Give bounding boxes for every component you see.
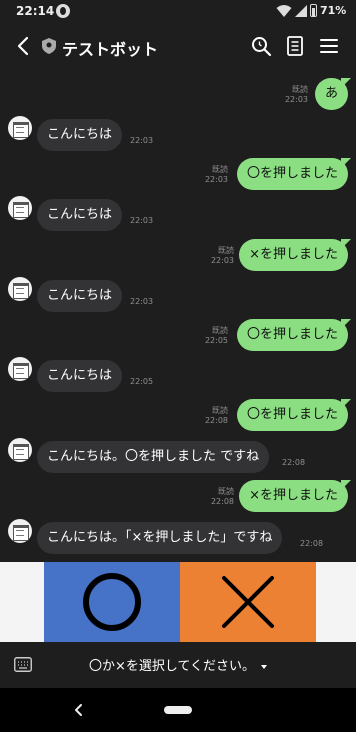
outgoing-message-bubble[interactable]: 〇を押しました — [236, 399, 348, 431]
incoming-message-bubble[interactable]: こんにちは。「×を押しました」ですね — [37, 522, 283, 554]
outgoing-message-bubble[interactable]: 〇を押しました — [236, 158, 348, 190]
read-receipt: 既読 — [212, 165, 228, 174]
incoming-message-bubble[interactable]: こんにちは — [37, 199, 123, 231]
message-time: 22:08 — [210, 497, 234, 506]
notes-icon[interactable] — [284, 35, 306, 57]
chat-area[interactable]: 既読 22:03 あ こんにちは 22:03 既読 22:03 〇を押しました … — [0, 68, 356, 562]
quick-reply-panel — [0, 562, 356, 642]
message-meta: 既読 22:08 — [211, 487, 234, 507]
message-meta: 既読 22:03 — [211, 246, 234, 266]
chat-header: テストボット — [0, 24, 356, 68]
message-time: 22:03 — [130, 136, 154, 145]
circle-choice-button[interactable] — [44, 562, 180, 642]
incoming-message-bubble[interactable]: こんにちは — [37, 280, 123, 312]
home-pill-icon[interactable] — [164, 706, 192, 714]
message-meta: 既読 22:05 — [205, 326, 228, 346]
message-row: こんにちは 22:05 — [0, 357, 356, 393]
message-meta: 既読 22:08 — [205, 406, 228, 426]
wifi-icon — [276, 5, 292, 17]
menu-icon[interactable] — [318, 35, 340, 57]
message-time: 22:03 — [130, 216, 154, 225]
message-row: こんにちは。「×を押しました」ですね 22:08 — [0, 519, 356, 555]
back-arrow-icon[interactable] — [12, 34, 36, 58]
system-nav-bar — [0, 688, 356, 732]
read-receipt: 既読 — [292, 85, 308, 94]
message-row: こんにちは 22:03 — [0, 277, 356, 313]
message-meta: 既読 22:03 — [285, 85, 308, 105]
bot-avatar[interactable] — [8, 277, 32, 301]
bot-avatar[interactable] — [8, 357, 32, 381]
nav-back-icon[interactable] — [72, 702, 86, 718]
incoming-message-bubble[interactable]: こんにちは。〇を押しました ですね — [37, 441, 270, 473]
message-time: 22:08 — [300, 539, 324, 548]
read-receipt: 既読 — [218, 246, 234, 255]
bot-avatar[interactable] — [8, 116, 32, 140]
rich-menu-bar: 〇か×を選択してください。 — [0, 642, 356, 688]
read-receipt: 既読 — [212, 406, 228, 415]
search-icon[interactable] — [250, 35, 272, 57]
message-meta: 既読 22:03 — [205, 165, 228, 185]
message-time: 22:03 — [130, 297, 154, 306]
outgoing-message-bubble[interactable]: 〇を押しました — [236, 319, 348, 351]
cross-choice-button[interactable] — [180, 562, 316, 642]
chat-title: テストボット — [62, 40, 159, 59]
cross-icon — [222, 576, 274, 628]
messaging-app-icon — [56, 4, 70, 18]
message-row: こんにちは。〇を押しました ですね 22:08 — [0, 438, 356, 474]
signal-icon — [295, 5, 307, 17]
battery-percent: 71% — [320, 4, 347, 17]
rich-menu-toggle[interactable]: 〇か×を選択してください。 — [0, 655, 356, 674]
message-time: 22:05 — [130, 377, 154, 386]
caret-down-icon — [261, 664, 268, 669]
message-time: 22:08 — [282, 458, 306, 467]
message-row: こんにちは 22:03 — [0, 116, 356, 152]
message-row: 既読 22:08 ×を押しました — [0, 480, 356, 516]
bot-avatar[interactable] — [8, 438, 32, 462]
status-bar: 22:14 71% — [0, 0, 356, 24]
outgoing-message-bubble[interactable]: ×を押しました — [239, 480, 348, 512]
shield-icon — [42, 38, 56, 54]
message-row: 既読 22:05 〇を押しました — [0, 319, 356, 355]
rich-menu-label: 〇か×を選択してください。 — [88, 659, 256, 674]
message-time: 22:03 — [204, 175, 228, 184]
message-time: 22:03 — [284, 95, 308, 104]
message-row: 既読 22:03 あ — [0, 78, 356, 114]
outgoing-message-bubble[interactable]: ×を押しました — [239, 239, 348, 271]
incoming-message-bubble[interactable]: こんにちは — [37, 360, 123, 392]
outgoing-message-bubble[interactable]: あ — [314, 78, 348, 110]
status-time: 22:14 — [16, 4, 55, 18]
read-receipt: 既読 — [212, 326, 228, 335]
message-time: 22:05 — [204, 336, 228, 345]
bot-avatar[interactable] — [8, 519, 32, 543]
bot-avatar[interactable] — [8, 196, 32, 220]
message-row: 既読 22:08 〇を押しました — [0, 399, 356, 435]
message-time: 22:03 — [210, 256, 234, 265]
message-row: 既読 22:03 ×を押しました — [0, 239, 356, 275]
incoming-message-bubble[interactable]: こんにちは — [37, 119, 123, 151]
read-receipt: 既読 — [218, 487, 234, 496]
battery-icon — [310, 4, 317, 17]
message-row: 既読 22:03 〇を押しました — [0, 158, 356, 194]
circle-icon — [83, 573, 141, 631]
message-time: 22:08 — [204, 416, 228, 425]
message-row: こんにちは 22:03 — [0, 196, 356, 232]
